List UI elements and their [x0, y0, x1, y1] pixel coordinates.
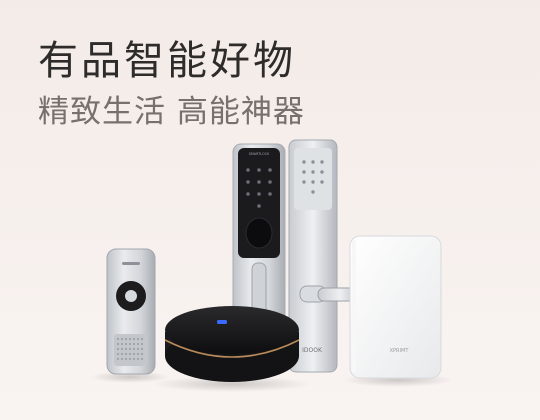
smart-door-lock-a: SMARTLOCK — [232, 143, 286, 335]
white-power-bank: XPRIMT — [349, 235, 442, 379]
power-bank-brand-label: XPRIMT — [390, 348, 410, 354]
remote-control-device — [106, 248, 156, 375]
smart-home-hub — [164, 306, 300, 382]
lock-b-brand-label: IDOOK — [302, 347, 323, 354]
product-group-image: SMARTLOCK IDOOK XPRIMT — [90, 139, 454, 392]
lock-a-brand-label: SMARTLOCK — [249, 152, 270, 156]
promo-banner[interactable]: 有品智能好物 精致生活 高能神器 SMARTLOCK IDOOK XPRIMT — [0, 0, 540, 420]
